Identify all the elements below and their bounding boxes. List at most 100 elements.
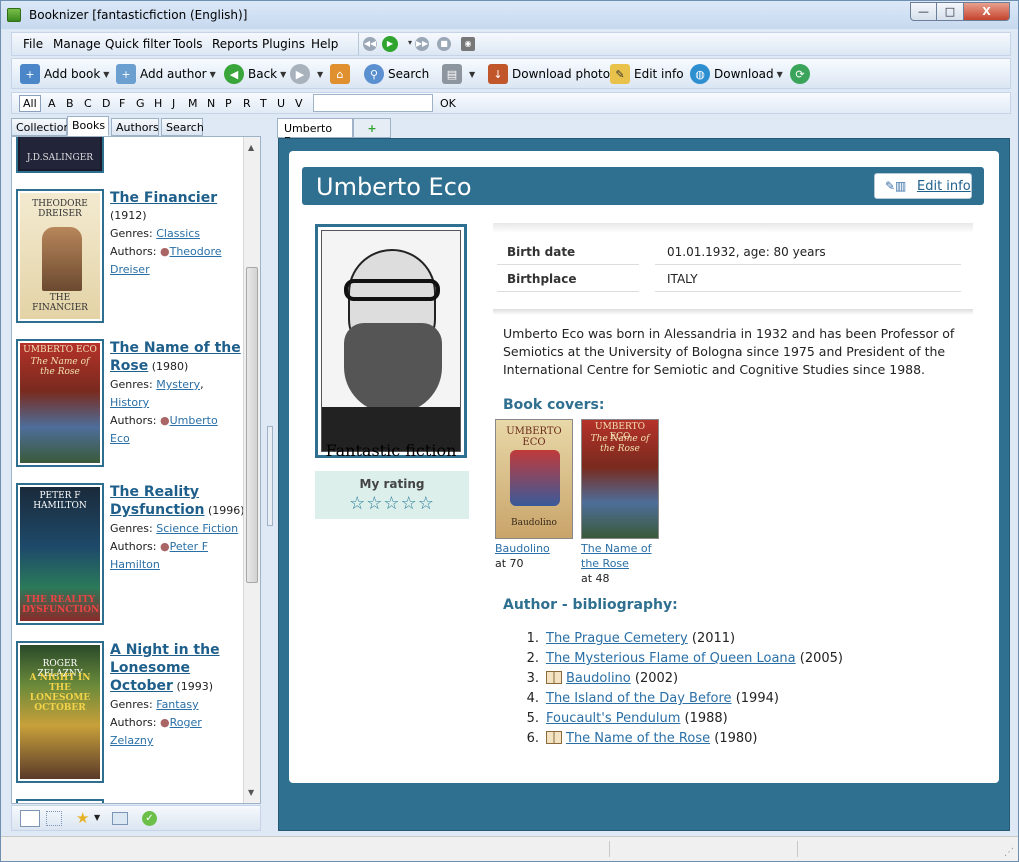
list-item[interactable]: J.D.SALINGER [16, 137, 246, 173]
list-item[interactable] [16, 799, 246, 803]
list-item[interactable]: PETER F HAMILTON THE REALITY DYSFUNCTION… [16, 483, 246, 625]
author-link[interactable]: Dreiser [110, 263, 150, 276]
menu-help[interactable]: Help [311, 37, 338, 51]
scroll-down-icon[interactable]: ▼ [248, 788, 254, 797]
tab-umberto-eco[interactable]: Umberto Eco [277, 118, 353, 148]
book-title-link[interactable]: Dysfunction [110, 502, 204, 518]
grid-view-icon[interactable] [46, 811, 62, 826]
title-bar[interactable]: Booknizer [fantasticfiction (English)] —… [1, 1, 1018, 29]
download-button[interactable]: ◍ Download ▼ [690, 64, 783, 84]
cover-item-name-of-the-rose[interactable]: UMBERTO ECO The Name of the Rose The Nam… [581, 419, 661, 586]
add-book-button[interactable]: + Add book ▼ [20, 64, 109, 84]
play-icon[interactable]: ▶ [382, 36, 398, 52]
chevron-down-icon[interactable]: ▼ [94, 813, 100, 822]
list-item[interactable]: ROGER ZELAZNY A NIGHT IN THE LONESOME OC… [16, 641, 246, 783]
book-title-link[interactable]: Lonesome [110, 659, 250, 677]
rating-stars[interactable]: ☆☆☆☆☆ [315, 493, 469, 514]
scroll-thumb[interactable] [246, 267, 258, 583]
author-link[interactable]: Peter F [170, 540, 208, 553]
menu-plugins[interactable]: Plugins [262, 37, 305, 51]
filter-ok-button[interactable]: OK [440, 97, 456, 110]
alpha-h[interactable]: H [154, 97, 162, 110]
author-link[interactable]: Hamilton [110, 558, 160, 571]
forward-button[interactable]: ▶ ▼ [290, 64, 323, 84]
bibliography-link[interactable]: The Prague Cemetery [546, 631, 688, 646]
detail-view-icon[interactable] [20, 810, 40, 827]
cover-link[interactable]: the Rose [581, 557, 629, 570]
book-cover[interactable]: UMBERTO ECO The Name of the Rose [581, 419, 659, 539]
speaker-icon[interactable]: ◉ [461, 37, 475, 51]
tab-collection[interactable]: Collection [11, 118, 70, 136]
check-icon[interactable]: ✓ [142, 811, 157, 826]
alpha-n[interactable]: N [207, 97, 215, 110]
book-cover[interactable]: J.D.SALINGER [16, 137, 104, 173]
image-icon[interactable] [112, 812, 128, 825]
resize-grip-icon[interactable]: ⋰ [1004, 847, 1014, 858]
cover-item-baudolino[interactable]: UMBERTO ECO Baudolino Baudolino at 70 [495, 419, 575, 571]
author-link[interactable]: Roger [170, 716, 202, 729]
scroll-up-icon[interactable]: ▲ [248, 143, 254, 152]
tab-search[interactable]: Search [161, 118, 204, 136]
book-cover[interactable] [16, 799, 104, 803]
genre-link[interactable]: History [110, 396, 149, 409]
alpha-u[interactable]: U [277, 97, 285, 110]
alpha-all-button[interactable]: All [19, 95, 41, 112]
book-cover[interactable]: UMBERTO ECO The Name of the Rose [16, 339, 104, 467]
genre-link[interactable]: Classics [156, 227, 200, 240]
book-title-link[interactable]: The Reality [110, 483, 250, 501]
pane-splitter[interactable] [265, 136, 275, 831]
tab-books[interactable]: Books [67, 116, 109, 136]
genre-link[interactable]: Science Fiction [156, 522, 238, 535]
sync-button[interactable]: ⟳ [790, 64, 814, 84]
maximize-button[interactable]: □ [937, 2, 964, 21]
genre-link[interactable]: Mystery [156, 378, 200, 391]
list-item[interactable]: THEODORE DREISER THE FINANCIER The Finan… [16, 189, 246, 329]
menu-reports[interactable]: Reports [212, 37, 258, 51]
book-title-link[interactable]: Rose [110, 358, 148, 374]
alpha-t[interactable]: T [260, 97, 267, 110]
genre-link[interactable]: Fantasy [156, 698, 198, 711]
alpha-g[interactable]: G [136, 97, 145, 110]
alpha-f[interactable]: F [119, 97, 125, 110]
edit-info-link-button[interactable]: ✎▥ Edit info [874, 173, 972, 199]
book-cover[interactable]: THEODORE DREISER THE FINANCIER [16, 189, 104, 323]
stop-icon[interactable]: ■ [437, 37, 451, 51]
book-title-link[interactable]: October [110, 678, 173, 694]
star-icon[interactable]: ★ [76, 809, 89, 827]
menu-manage[interactable]: Manage [53, 37, 101, 51]
bibliography-link[interactable]: The Island of the Day Before [546, 691, 732, 706]
new-tab-button[interactable]: + [353, 118, 391, 138]
alpha-j[interactable]: J [172, 97, 175, 110]
alpha-m[interactable]: M [188, 97, 198, 110]
book-title-link[interactable]: The Financier [110, 189, 250, 207]
book-cover[interactable]: UMBERTO ECO Baudolino [495, 419, 573, 539]
home-button[interactable]: ⌂ [330, 64, 354, 84]
book-title-link[interactable]: The Name of the [110, 339, 250, 357]
alpha-c[interactable]: C [84, 97, 92, 110]
download-photo-button[interactable]: ↓ Download photo [488, 64, 610, 84]
menu-tools[interactable]: Tools [173, 37, 203, 51]
menu-quick-filter[interactable]: Quick filter [105, 37, 171, 51]
close-button[interactable]: X [964, 2, 1010, 21]
alpha-r[interactable]: R [243, 97, 251, 110]
bibliography-link[interactable]: Foucault's Pendulum [546, 711, 680, 726]
book-cover[interactable]: PETER F HAMILTON THE REALITY DYSFUNCTION [16, 483, 104, 625]
cover-link[interactable]: Baudolino [495, 542, 550, 555]
alpha-p[interactable]: P [225, 97, 232, 110]
menu-file[interactable]: File [23, 37, 43, 51]
alpha-b[interactable]: B [66, 97, 74, 110]
book-list-scrollbar[interactable]: ▲ ▼ [243, 137, 260, 803]
author-link[interactable]: Zelazny [110, 734, 153, 747]
cover-link[interactable]: The Name of [581, 542, 652, 555]
back-button[interactable]: ◀ Back ▼ [224, 64, 286, 84]
add-author-button[interactable]: + Add author ▼ [116, 64, 216, 84]
alpha-v[interactable]: V [295, 97, 303, 110]
fast-forward-icon[interactable]: ▶▶ [415, 37, 429, 51]
minimize-button[interactable]: — [910, 2, 937, 21]
author-link[interactable]: Theodore [170, 245, 222, 258]
tab-authors[interactable]: Authors [111, 118, 159, 136]
rewind-icon[interactable]: ◀◀ [363, 37, 377, 51]
bibliography-link[interactable]: Baudolino [566, 671, 631, 686]
bibliography-link[interactable]: The Name of the Rose [566, 731, 710, 746]
alpha-a[interactable]: A [48, 97, 56, 110]
